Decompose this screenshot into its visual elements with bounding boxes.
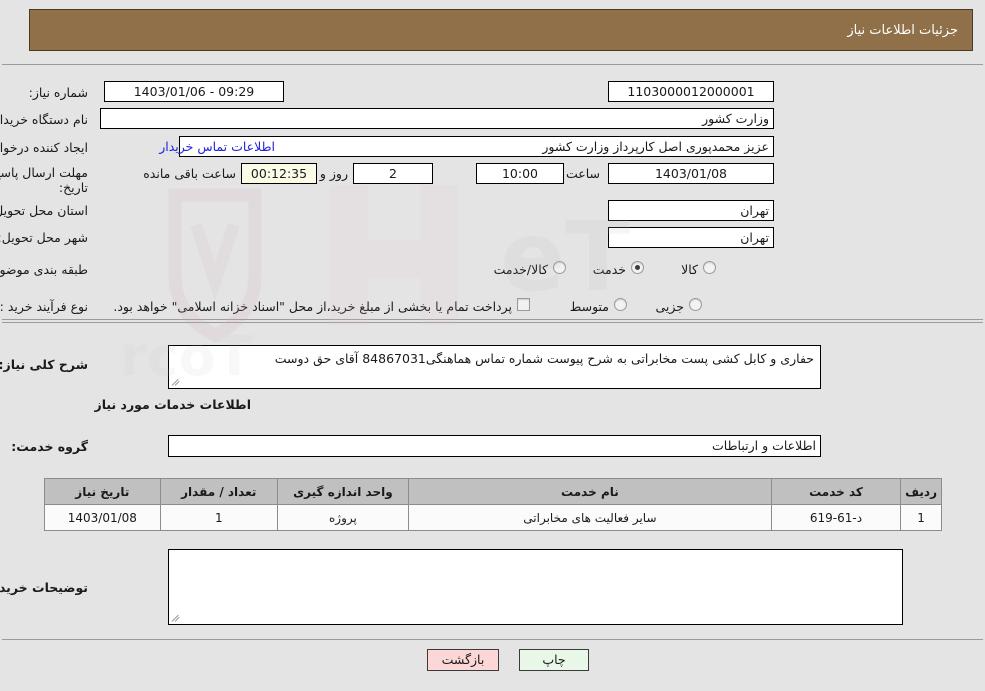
category-label-kala: کالا bbox=[681, 262, 698, 277]
page-title: جزئیات اطلاعات نیاز bbox=[847, 22, 958, 38]
deadline-label-line1: مهلت ارسال پاسخ: تا bbox=[0, 165, 88, 180]
cell-unit: پروژه bbox=[276, 504, 409, 531]
print-button[interactable]: چاپ bbox=[519, 649, 589, 671]
announce-datetime-value: 09:29 - 1403/01/06 bbox=[104, 81, 284, 102]
category-radio-khedmat[interactable] bbox=[631, 261, 644, 274]
city-label: شهر محل تحویل: bbox=[0, 230, 88, 245]
cell-service-code: د-61-619 bbox=[770, 504, 902, 531]
th-need-date: تاریخ نیاز bbox=[44, 478, 161, 505]
table-row: 1 د-61-619 سایر فعالیت های مخابراتی پروژ… bbox=[44, 504, 942, 531]
need-summary-panel bbox=[2, 64, 983, 320]
countdown-timer: 00:12:35 bbox=[241, 163, 317, 184]
days-value: 2 bbox=[353, 163, 433, 184]
treasury-bonds-checkbox[interactable] bbox=[517, 298, 530, 311]
description-label: شرح کلی نیاز: bbox=[0, 357, 88, 372]
buyer-contact-link[interactable]: اطلاعات تماس خریدار bbox=[159, 139, 275, 154]
buyer-notes-textarea[interactable] bbox=[168, 549, 903, 625]
cell-service-name: سایر فعالیت های مخابراتی bbox=[407, 504, 772, 531]
resize-grip-icon[interactable] bbox=[171, 375, 183, 387]
process-radio-motavaset[interactable] bbox=[614, 298, 627, 311]
service-group-value: اطلاعات و ارتباطات bbox=[168, 435, 821, 457]
treasury-bonds-text: پرداخت تمام یا بخشی از مبلغ خرید،از محل … bbox=[113, 299, 512, 314]
province-value: تهران bbox=[608, 200, 774, 221]
buyer-org-value: وزارت کشور bbox=[100, 108, 774, 129]
table-header-row: ردیف کد خدمت نام خدمت واحد اندازه گیری ت… bbox=[44, 478, 942, 505]
buyer-org-label: نام دستگاه خریدار: bbox=[0, 112, 88, 127]
th-unit: واحد اندازه گیری bbox=[276, 478, 409, 505]
th-service-code: کد خدمت bbox=[770, 478, 902, 505]
days-and-label: روز و bbox=[319, 166, 348, 181]
service-group-label: گروه خدمت: bbox=[11, 439, 88, 454]
need-number-label: شماره نیاز: bbox=[28, 85, 88, 100]
remaining-label: ساعت باقی مانده bbox=[143, 166, 236, 181]
requester-label: ایجاد کننده درخواست: bbox=[0, 140, 88, 155]
description-text: حفاری و کابل کشی پست مخابراتی به شرح پیو… bbox=[274, 351, 814, 366]
process-label: نوع فرآیند خرید : bbox=[0, 299, 88, 314]
cell-row-no: 1 bbox=[900, 504, 942, 531]
hour-label: ساعت bbox=[565, 166, 600, 181]
category-label-kala-khedmat: کالا/خدمت bbox=[493, 262, 548, 277]
category-label-khedmat: خدمت bbox=[592, 262, 626, 277]
need-number-value: 1103000012000001 bbox=[608, 81, 774, 102]
services-section-title: اطلاعات خدمات مورد نیاز bbox=[94, 397, 252, 412]
th-row-no: ردیف bbox=[900, 478, 942, 505]
province-label: استان محل تحویل: bbox=[0, 203, 88, 218]
description-textarea[interactable]: حفاری و کابل کشی پست مخابراتی به شرح پیو… bbox=[168, 345, 821, 389]
page-header: جزئیات اطلاعات نیاز bbox=[29, 9, 973, 51]
category-label: طبقه بندی موضوعی: bbox=[0, 262, 88, 277]
process-label-jozi: جزیی bbox=[655, 299, 684, 314]
category-radio-kala-khedmat[interactable] bbox=[553, 261, 566, 274]
process-radio-jozi[interactable] bbox=[689, 298, 702, 311]
cell-need-date: 1403/01/08 bbox=[44, 504, 161, 531]
process-label-motavaset: متوسط bbox=[569, 299, 609, 314]
deadline-date-value: 1403/01/08 bbox=[608, 163, 774, 184]
th-service-name: نام خدمت bbox=[407, 478, 772, 505]
back-button[interactable]: بازگشت bbox=[427, 649, 499, 671]
city-value: تهران bbox=[608, 227, 774, 248]
resize-grip-icon-2[interactable] bbox=[171, 611, 183, 623]
services-table: ردیف کد خدمت نام خدمت واحد اندازه گیری ت… bbox=[44, 478, 942, 531]
page-root: eT rcoT جزئیات اطلاعات نیاز شماره نیاز: … bbox=[0, 0, 985, 691]
deadline-time-value: 10:00 bbox=[476, 163, 564, 184]
buyer-notes-label: توضیحات خریدار: bbox=[0, 580, 88, 595]
deadline-label-line2: تاریخ: bbox=[58, 180, 88, 195]
th-quantity: تعداد / مقدار bbox=[159, 478, 278, 505]
category-radio-kala[interactable] bbox=[703, 261, 716, 274]
cell-quantity: 1 bbox=[159, 504, 278, 531]
